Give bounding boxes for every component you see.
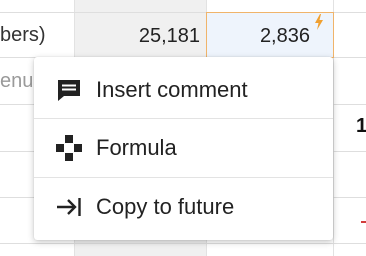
formula-icon <box>56 135 82 161</box>
grid-row-divider <box>0 243 366 244</box>
comment-icon <box>58 80 80 101</box>
menu-item-label: Formula <box>96 135 177 160</box>
lightning-bolt-icon <box>315 14 323 30</box>
menu-item-formula[interactable]: Formula <box>34 117 333 177</box>
menu-item-copy-to-future[interactable]: Copy to future <box>34 176 333 236</box>
menu-item-insert-comment[interactable]: Insert comment <box>34 59 333 119</box>
negative-indicator <box>361 221 366 223</box>
menu-item-label: Insert comment <box>96 77 248 102</box>
menu-item-label: Copy to future <box>96 194 235 219</box>
arrow-to-bar-icon <box>57 198 81 216</box>
cell-value[interactable]: 25,181 <box>139 24 200 48</box>
cell-value-partial: 1 <box>356 115 366 137</box>
selected-cell-value[interactable]: 2,836 <box>260 24 310 48</box>
row-label: bers) <box>0 24 46 46</box>
context-menu: Insert comment Formula Copy to future <box>34 57 333 240</box>
